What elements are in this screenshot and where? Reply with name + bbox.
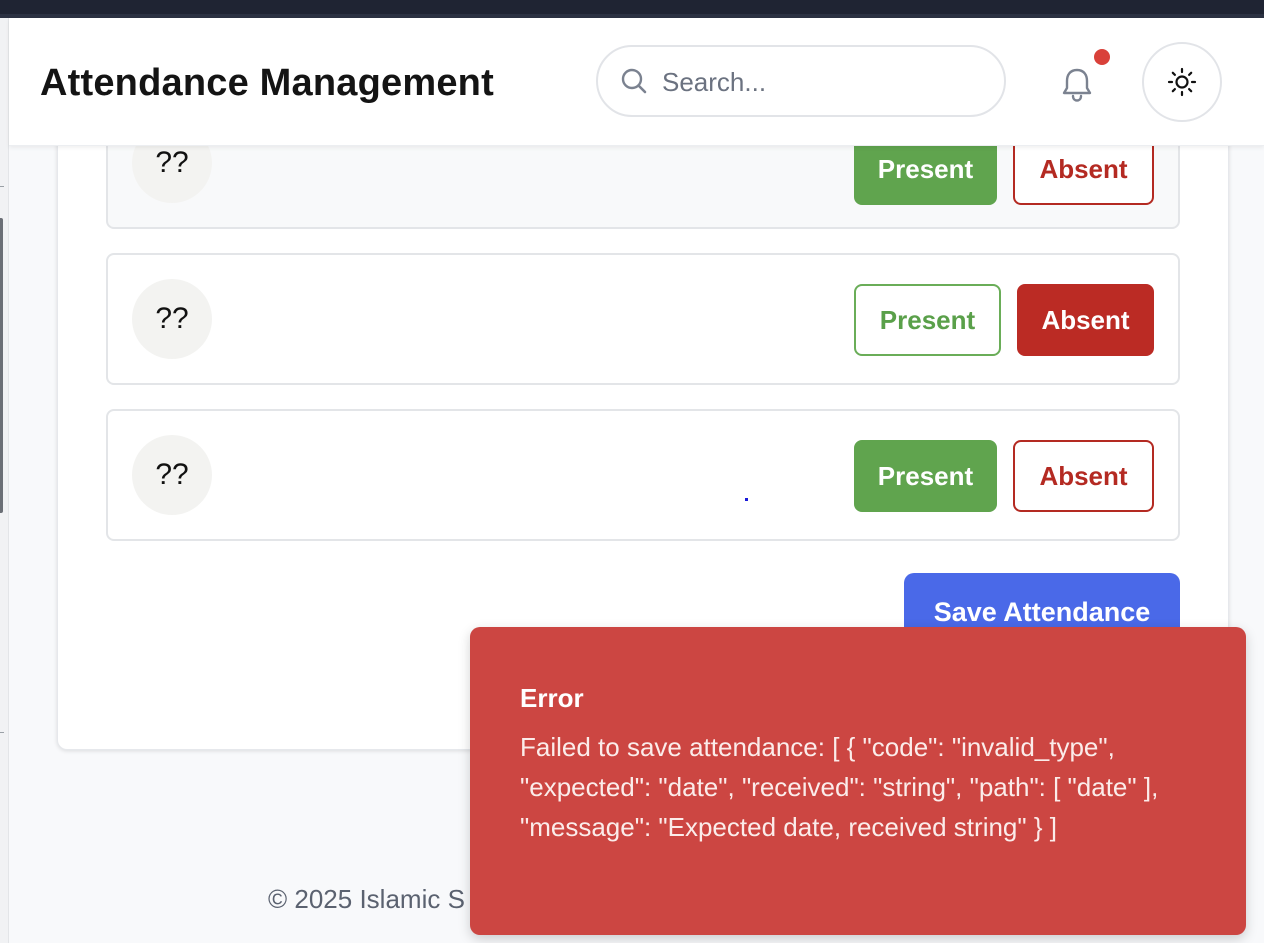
- search-icon: [621, 68, 647, 94]
- footer-copyright: © 2025 Islamic S: [268, 884, 465, 914]
- theme-toggle-button[interactable]: [1142, 42, 1222, 122]
- error-toast[interactable]: Error Failed to save attendance: [ { "co…: [470, 627, 1246, 935]
- avatar: ??: [132, 435, 212, 515]
- toast-message: Failed to save attendance: [ { "code": "…: [520, 732, 1159, 842]
- search-input[interactable]: [662, 63, 982, 101]
- sidebar-scroll-handle[interactable]: [0, 218, 3, 513]
- page-title: Attendance Management: [40, 62, 494, 104]
- search-box[interactable]: [596, 45, 1006, 117]
- page-header: Attendance Management: [9, 18, 1264, 146]
- browser-top-strip: [0, 0, 1264, 18]
- present-button[interactable]: Present: [854, 440, 997, 512]
- toast-title: Error: [520, 683, 584, 713]
- absent-button[interactable]: Absent: [1013, 440, 1154, 512]
- student-row: ?? Present Absent: [106, 253, 1180, 385]
- left-sidebar-edge: [0, 18, 9, 943]
- absent-button[interactable]: Absent: [1017, 284, 1154, 356]
- student-row: ?? Present Absent: [106, 409, 1180, 541]
- present-button[interactable]: Present: [854, 284, 1001, 356]
- notification-badge: [1094, 49, 1110, 65]
- cursor-dot: [745, 498, 748, 501]
- sun-icon: [1167, 67, 1197, 97]
- avatar: ??: [132, 279, 212, 359]
- bell-icon[interactable]: [1055, 62, 1099, 106]
